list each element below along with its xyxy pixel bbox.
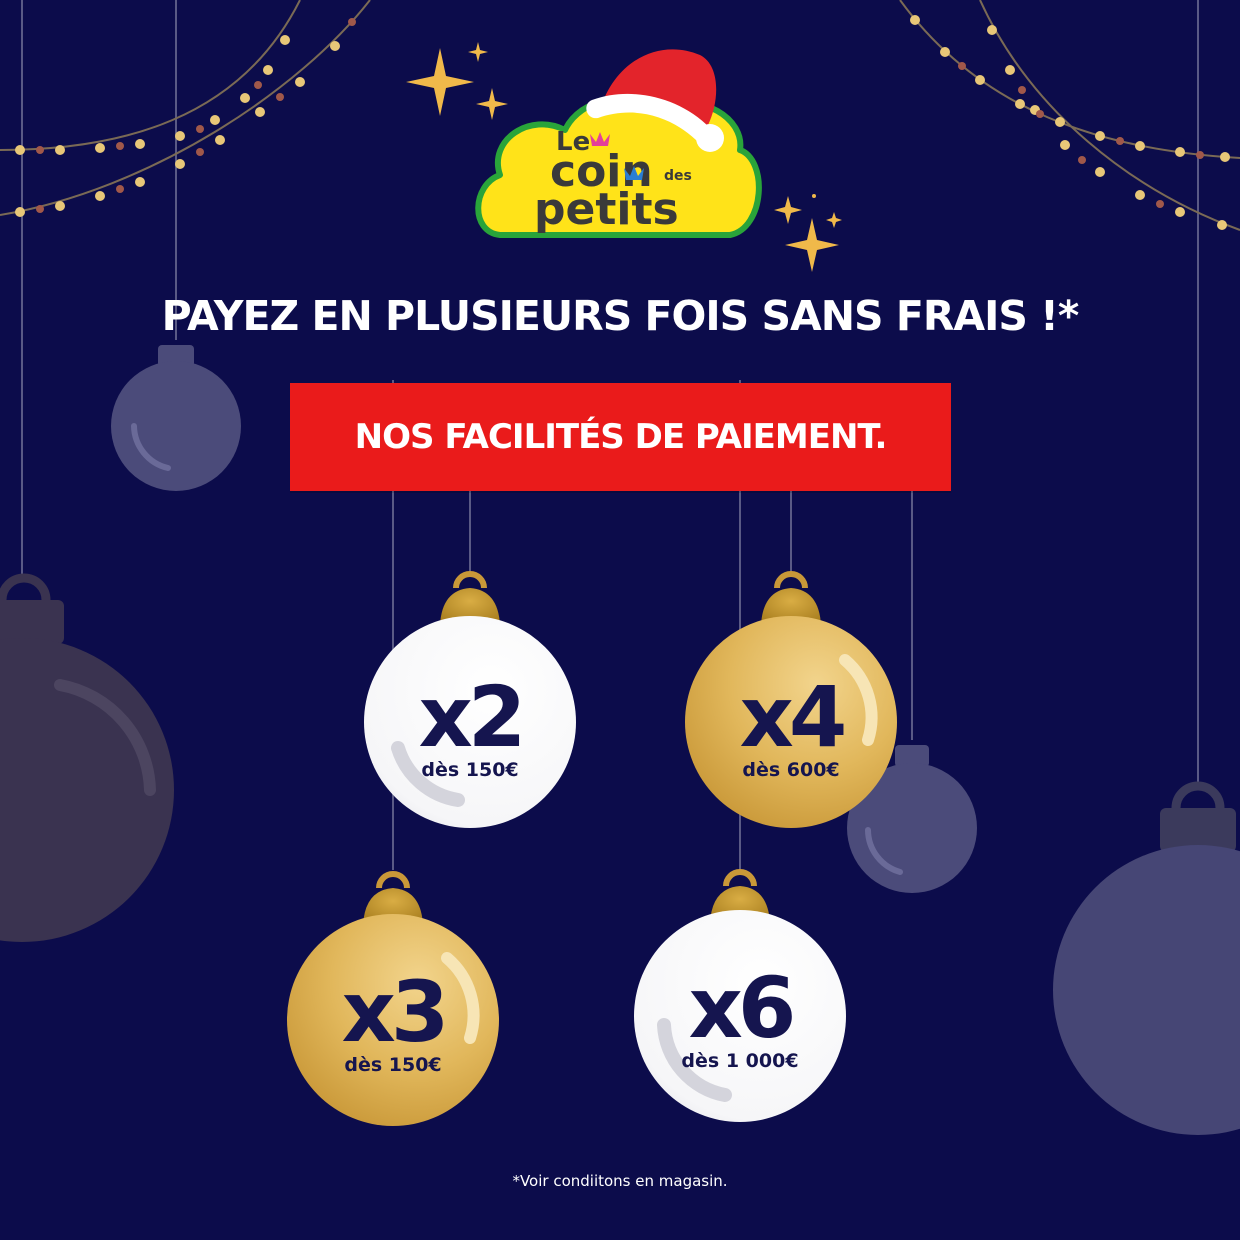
christmas-decor: Le coin des petits: [0, 0, 1240, 1135]
logo: Le coin des petits: [475, 49, 762, 238]
footnote: *Voir condiitons en magasin.: [512, 1172, 728, 1190]
promo-poster: Le coin des petits PAYEZ EN PLUSIEURS FO…: [0, 0, 1240, 1240]
logo-petits: petits: [534, 184, 679, 235]
garland-left: [0, 0, 371, 217]
option-multiplier: x6: [688, 959, 797, 1057]
option-x3: x3 dès 150€: [287, 970, 499, 1075]
option-x2: x2 dès 150€: [364, 675, 576, 780]
option-minimum: dès 150€: [344, 1054, 442, 1076]
option-x4: x4 dès 600€: [685, 675, 897, 780]
option-minimum: dès 600€: [742, 759, 840, 781]
option-minimum: dès 150€: [421, 759, 519, 781]
headline: PAYEZ EN PLUSIEURS FOIS SANS FRAIS !*: [161, 292, 1080, 340]
option-x6: x6 dès 1 000€: [634, 966, 846, 1071]
garland-right: [899, 0, 1240, 231]
logo-des: des: [664, 168, 692, 184]
option-multiplier: x2: [418, 668, 527, 766]
option-multiplier: x4: [739, 668, 848, 766]
option-multiplier: x3: [341, 963, 450, 1061]
option-minimum: dès 1 000€: [681, 1050, 799, 1072]
payment-banner: NOS FACILITÉS DE PAIEMENT.: [290, 383, 951, 491]
